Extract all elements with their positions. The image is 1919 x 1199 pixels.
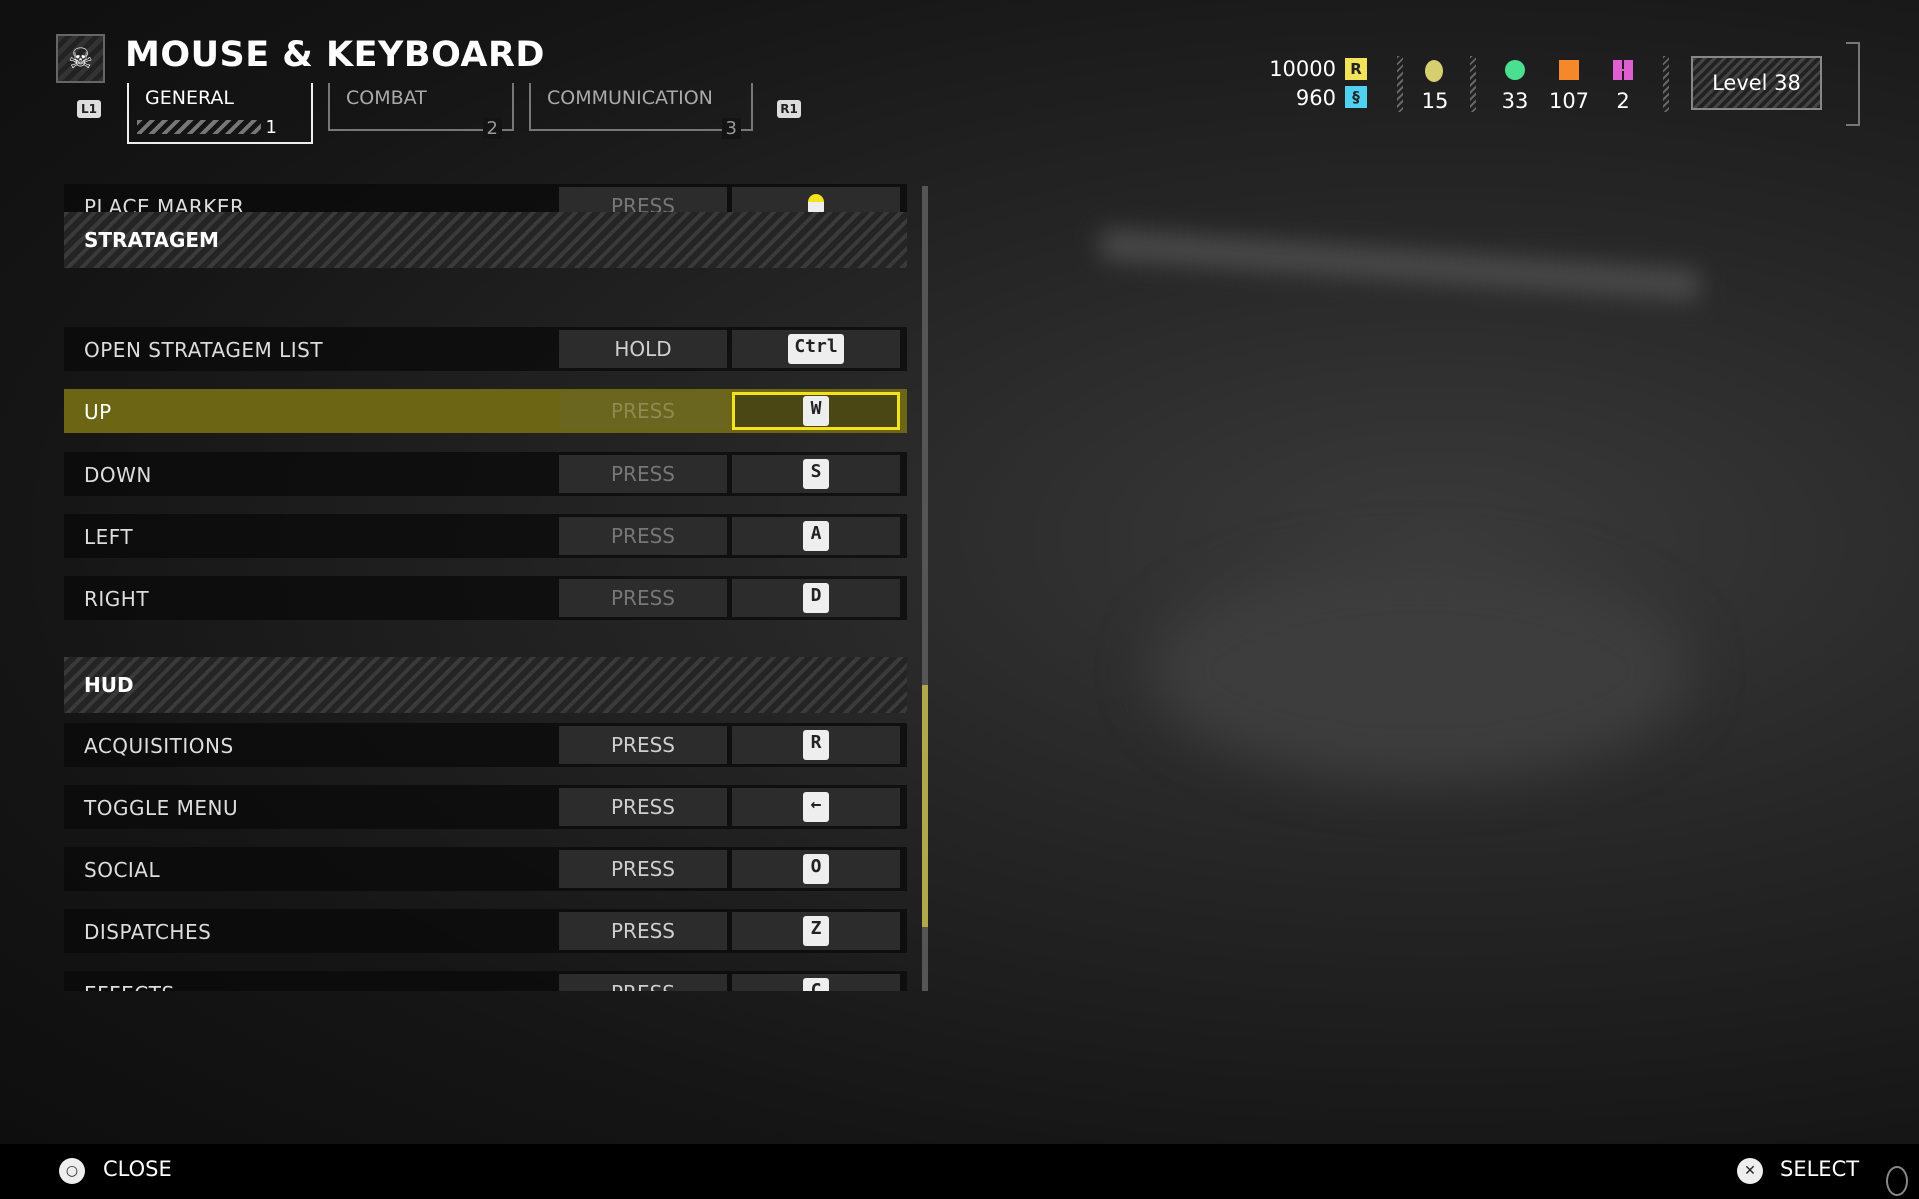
binding-row[interactable]: LEFT PRESS A [64, 514, 907, 558]
circle-button-icon: ○ [59, 1158, 85, 1184]
binding-label: LEFT [84, 525, 134, 549]
prev-tab-hint[interactable]: L1 [77, 100, 101, 118]
select-button[interactable]: SELECT [1780, 1157, 1859, 1181]
divider [1397, 56, 1403, 112]
binding-mode[interactable]: PRESS [559, 726, 727, 764]
skull-logo-icon: ☠ [56, 34, 105, 83]
key-cap: S [803, 459, 829, 489]
scrollbar-thumb[interactable] [922, 685, 928, 927]
binding-key-button[interactable]: C [732, 974, 900, 991]
binding-key-button[interactable]: A [732, 517, 900, 555]
binding-key-button[interactable]: ← [732, 788, 900, 826]
section-header: STRATAGEM [64, 212, 907, 268]
divider [1663, 56, 1669, 112]
binding-label: SOCIAL [84, 858, 161, 882]
binding-label: OPEN STRATAGEM LIST [84, 338, 324, 362]
section-title: HUD [84, 673, 134, 697]
binding-key-button[interactable]: Ctrl [732, 330, 900, 368]
binding-row[interactable]: TOGGLE MENU PRESS ← [64, 785, 907, 829]
tab-label: COMMUNICATION [547, 87, 713, 109]
binding-mode[interactable]: PRESS [559, 517, 727, 555]
rare-sample-icon [1559, 60, 1579, 80]
common-sample-icon [1505, 60, 1525, 80]
tab-general[interactable]: GENERAL 1 [127, 83, 313, 144]
page-title: MOUSE & KEYBOARD [125, 35, 545, 75]
key-cap: R [803, 730, 829, 760]
requisition-icon: R [1345, 58, 1367, 80]
key-cap: ← [803, 792, 829, 822]
level-bracket [1846, 42, 1860, 126]
binding-mode[interactable]: PRESS [559, 392, 727, 430]
tab-number: 3 [721, 118, 741, 139]
binding-mode[interactable]: PRESS [559, 455, 727, 493]
binding-row[interactable]: DOWN PRESS S [64, 452, 907, 496]
tab-label: COMBAT [346, 87, 427, 109]
keybinding-list: PLACE MARKER PRESS STRATAGEM OPEN STRATAG… [64, 184, 914, 991]
loading-icon [1886, 1166, 1908, 1196]
binding-row[interactable]: ACQUISITIONS PRESS R [64, 723, 907, 767]
binding-mode[interactable]: PRESS [559, 788, 727, 826]
binding-key-button[interactable]: D [732, 579, 900, 617]
binding-mode[interactable]: PRESS [559, 579, 727, 617]
binding-label: DISPATCHES [84, 920, 212, 944]
binding-key-button[interactable]: S [732, 455, 900, 493]
tab-combat[interactable]: COMBAT 2 [328, 83, 514, 139]
key-cap: D [803, 583, 829, 613]
binding-row[interactable]: UP PRESS W [64, 389, 907, 433]
binding-label: TOGGLE MENU [84, 796, 239, 820]
next-tab-hint[interactable]: R1 [777, 100, 801, 118]
super-credits-icon: § [1345, 86, 1367, 108]
tab-communication[interactable]: COMMUNICATION 3 [529, 83, 753, 139]
cross-button-icon: ✕ [1737, 1158, 1763, 1184]
tab-label: GENERAL [145, 87, 234, 109]
binding-key-button[interactable]: W [732, 392, 900, 430]
super-credits-value: 960 [1295, 86, 1336, 110]
binding-mode[interactable]: HOLD [559, 330, 727, 368]
close-button[interactable]: CLOSE [103, 1157, 172, 1181]
binding-label: RIGHT [84, 587, 150, 611]
requisition-value: 10000 [1269, 57, 1336, 81]
binding-mode[interactable]: PRESS [559, 912, 727, 950]
section-title: STRATAGEM [84, 228, 219, 252]
key-cap: O [803, 854, 829, 884]
binding-row[interactable]: OPEN STRATAGEM LIST HOLD Ctrl [64, 327, 907, 371]
section-header: HUD [64, 657, 907, 713]
binding-label: ACQUISITIONS [84, 734, 234, 758]
key-cap: C [803, 978, 829, 991]
key-cap: Z [803, 916, 829, 946]
rare-samples-value: 107 [1548, 89, 1590, 113]
medals-value: 15 [1421, 89, 1449, 113]
binding-row[interactable]: DISPATCHES PRESS Z [64, 909, 907, 953]
binding-key-button[interactable]: Z [732, 912, 900, 950]
medal-icon [1425, 60, 1443, 82]
footer-bar [0, 1144, 1919, 1199]
binding-label: DOWN [84, 463, 152, 487]
level-badge: Level 38 [1691, 56, 1822, 110]
tab-number: 2 [482, 118, 502, 139]
key-cap: W [803, 396, 829, 426]
binding-label: EFFECTS [84, 982, 175, 991]
binding-mode[interactable]: PRESS [559, 850, 727, 888]
background-emblem [1150, 560, 1690, 780]
binding-row[interactable]: RIGHT PRESS D [64, 576, 907, 620]
scrollbar[interactable] [922, 186, 928, 991]
key-cap: Ctrl [788, 334, 844, 364]
key-cap: A [803, 521, 829, 551]
binding-mode[interactable]: PRESS [559, 974, 727, 991]
binding-row[interactable]: EFFECTS PRESS C [64, 971, 907, 991]
tab-active-stripe [137, 120, 261, 134]
tab-number: 1 [265, 117, 277, 138]
binding-key-button[interactable]: R [732, 726, 900, 764]
binding-row[interactable]: SOCIAL PRESS O [64, 847, 907, 891]
divider [1470, 56, 1476, 112]
common-samples-value: 33 [1501, 89, 1529, 113]
binding-key-button[interactable]: O [732, 850, 900, 888]
binding-label: UP [84, 400, 112, 424]
super-samples-value: 2 [1616, 89, 1630, 113]
